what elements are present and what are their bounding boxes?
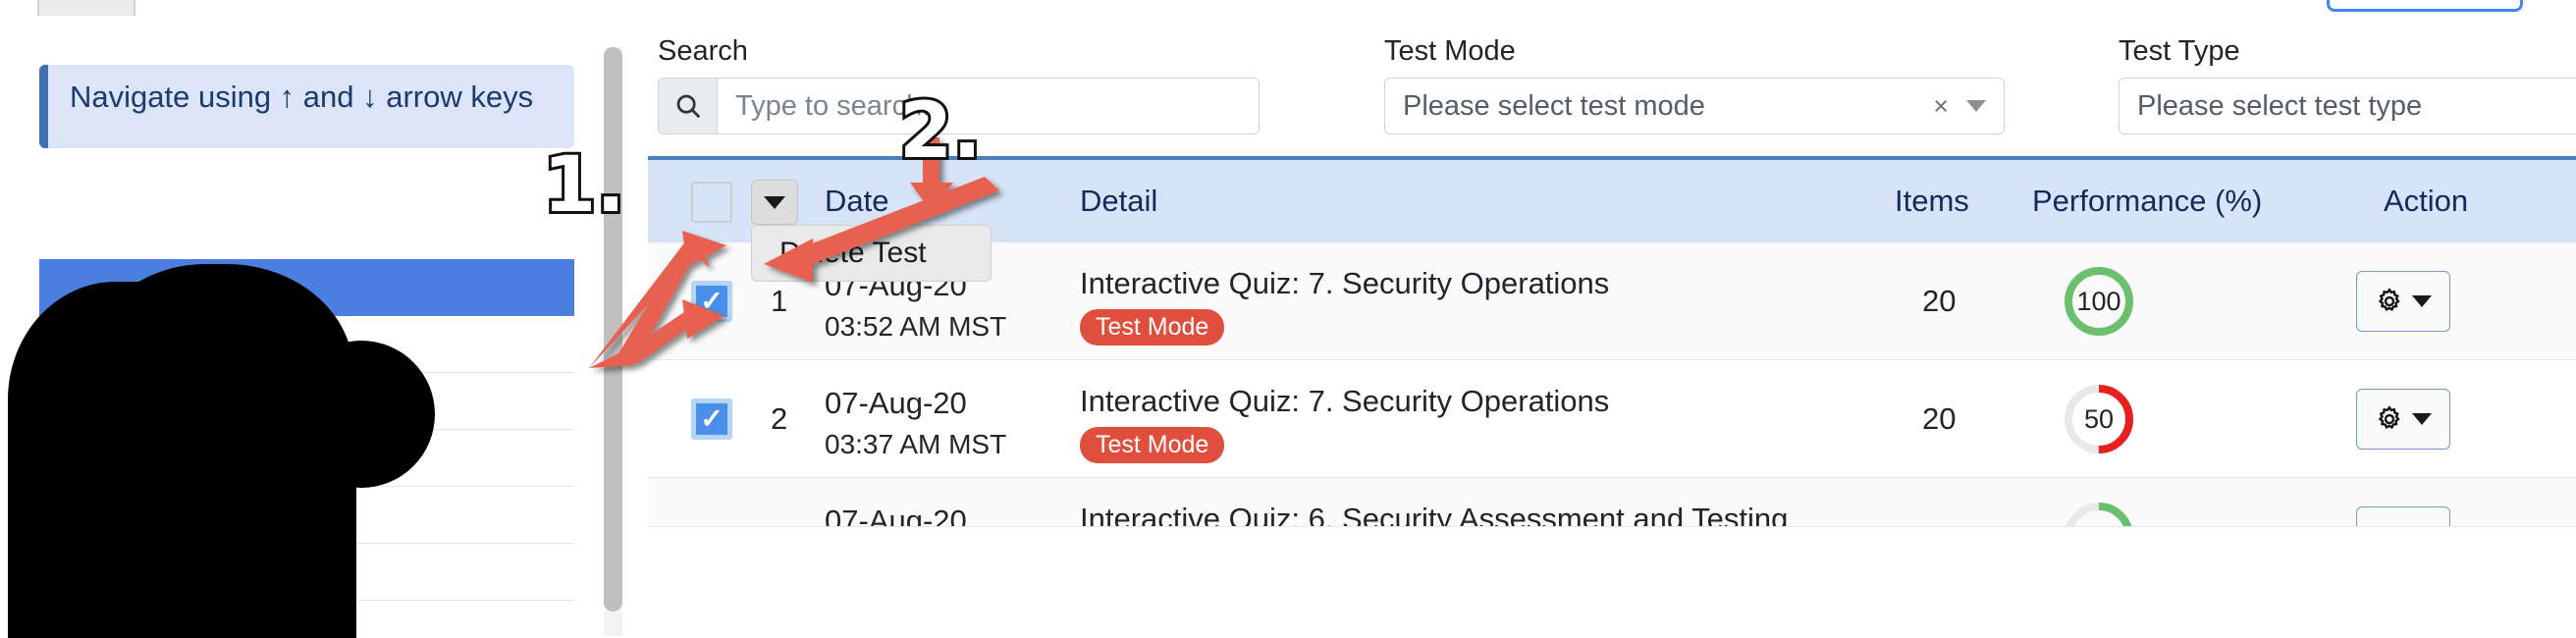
row-items: 20 bbox=[1922, 401, 1957, 436]
search-label: Search bbox=[658, 35, 748, 67]
browser-tab-strip bbox=[0, 0, 2576, 16]
select-all-checkbox[interactable] bbox=[691, 182, 732, 223]
performance-value: 100 bbox=[2076, 286, 2121, 316]
row-checkbox[interactable]: ✓ bbox=[691, 399, 732, 440]
column-header-date[interactable]: Date bbox=[825, 184, 888, 219]
row-settings-button[interactable] bbox=[2356, 506, 2450, 526]
table-row[interactable]: ✓ 2 07-Aug-20 03:37 AM MST Interactive Q… bbox=[648, 360, 2576, 478]
row-date-cell: 07-Aug-20 bbox=[825, 504, 967, 527]
row-settings-button[interactable] bbox=[2356, 389, 2450, 450]
caret-down-icon bbox=[764, 195, 785, 209]
bulk-action-menu[interactable]: Delete Test bbox=[751, 225, 992, 282]
status-badge: Test Mode bbox=[1080, 427, 1225, 463]
gear-icon bbox=[2378, 405, 2400, 430]
row-settings-button[interactable] bbox=[2356, 271, 2450, 332]
table-row[interactable]: 07-Aug-20 Interactive Quiz: 6. Security … bbox=[648, 478, 2576, 527]
row-time: 03:37 AM MST bbox=[825, 429, 1007, 459]
row-action-cell bbox=[2356, 506, 2450, 526]
row-performance-cell bbox=[2064, 502, 2134, 526]
performance-donut bbox=[2064, 502, 2134, 526]
search-input[interactable] bbox=[717, 78, 1260, 134]
gear-icon bbox=[2378, 288, 2400, 312]
bulk-action-caret[interactable] bbox=[751, 180, 798, 225]
test-mode-select[interactable]: Please select test mode × bbox=[1384, 78, 2005, 134]
results-table: Date Detail Items Performance (%) Action… bbox=[648, 156, 2576, 527]
test-type-label: Test Type bbox=[2119, 35, 2240, 67]
test-type-select[interactable]: Please select test type × bbox=[2119, 78, 2576, 134]
keyboard-hint-banner: Navigate using ↑ and ↓ arrow keys bbox=[39, 65, 574, 148]
row-index: 1 bbox=[771, 284, 788, 318]
row-action-cell bbox=[2356, 389, 2450, 450]
column-header-items[interactable]: Items bbox=[1895, 184, 1969, 219]
row-time: 03:52 AM MST bbox=[825, 311, 1007, 342]
chevron-down-icon[interactable] bbox=[1966, 100, 1986, 112]
row-detail-cell: Interactive Quiz: 7. Security Operations… bbox=[1080, 266, 1609, 346]
check-icon: ✓ bbox=[700, 403, 724, 434]
row-performance-cell: 50 bbox=[2064, 384, 2134, 454]
delete-test-menu-item[interactable]: Delete Test bbox=[779, 237, 927, 270]
row-detail: Interactive Quiz: 7. Security Operations bbox=[1080, 266, 1610, 300]
column-header-detail[interactable]: Detail bbox=[1080, 184, 1157, 219]
performance-value: 50 bbox=[2083, 403, 2115, 434]
top-right-focus-box[interactable] bbox=[2327, 0, 2523, 12]
row-checkbox[interactable]: ✓ bbox=[691, 281, 732, 322]
test-type-field-group: Test Type Please select test type × bbox=[2119, 35, 2576, 134]
row-detail-cell: Interactive Quiz: 7. Security Operations… bbox=[1080, 384, 1609, 463]
tab-pill[interactable] bbox=[37, 0, 135, 16]
performance-donut: 50 bbox=[2064, 384, 2134, 454]
row-action-cell bbox=[2356, 271, 2450, 332]
row-detail: Interactive Quiz: 6. Security Assessment… bbox=[1080, 502, 1789, 527]
performance-donut: 100 bbox=[2064, 266, 2134, 337]
status-badge: Test Mode bbox=[1080, 309, 1225, 346]
test-type-placeholder: Please select test type bbox=[2137, 89, 2423, 122]
column-header-action[interactable]: Action bbox=[2384, 184, 2468, 219]
keyboard-hint-text: Navigate using ↑ and ↓ arrow keys bbox=[70, 80, 534, 114]
search-icon bbox=[658, 78, 717, 134]
search-box[interactable] bbox=[658, 78, 1260, 134]
row-date: 07-Aug-20 bbox=[825, 504, 967, 527]
test-mode-label: Test Mode bbox=[1384, 35, 1516, 67]
caret-down-icon bbox=[2412, 295, 2432, 307]
sidebar-scrollbar-thumb[interactable] bbox=[604, 47, 622, 611]
caret-down-icon bbox=[2412, 413, 2432, 425]
row-items: 20 bbox=[1922, 284, 1957, 318]
test-mode-field-group: Test Mode Please select test mode × bbox=[1384, 35, 2005, 134]
redaction-overlay bbox=[8, 264, 435, 638]
check-icon: ✓ bbox=[700, 286, 724, 316]
main-content: Search Test Mode Please select test mode… bbox=[648, 24, 2576, 638]
column-header-performance[interactable]: Performance (%) bbox=[2032, 184, 2262, 219]
filter-bar: Search Test Mode Please select test mode… bbox=[648, 24, 2576, 151]
app-root: Navigate using ↑ and ↓ arrow keys Search bbox=[0, 0, 2576, 638]
row-detail-cell: Interactive Quiz: 6. Security Assessment… bbox=[1080, 502, 1789, 527]
left-sidebar: Navigate using ↑ and ↓ arrow keys bbox=[0, 24, 609, 638]
row-date: 07-Aug-20 bbox=[825, 386, 967, 420]
test-mode-clear-icon[interactable]: × bbox=[1933, 91, 1949, 122]
row-date-cell: 07-Aug-20 03:37 AM MST bbox=[825, 386, 1006, 460]
row-performance-cell: 100 bbox=[2064, 266, 2134, 337]
search-field-group: Search bbox=[658, 35, 1260, 134]
row-detail: Interactive Quiz: 7. Security Operations bbox=[1080, 384, 1610, 418]
row-index: 2 bbox=[771, 401, 788, 436]
test-mode-placeholder: Please select test mode bbox=[1403, 89, 1705, 122]
